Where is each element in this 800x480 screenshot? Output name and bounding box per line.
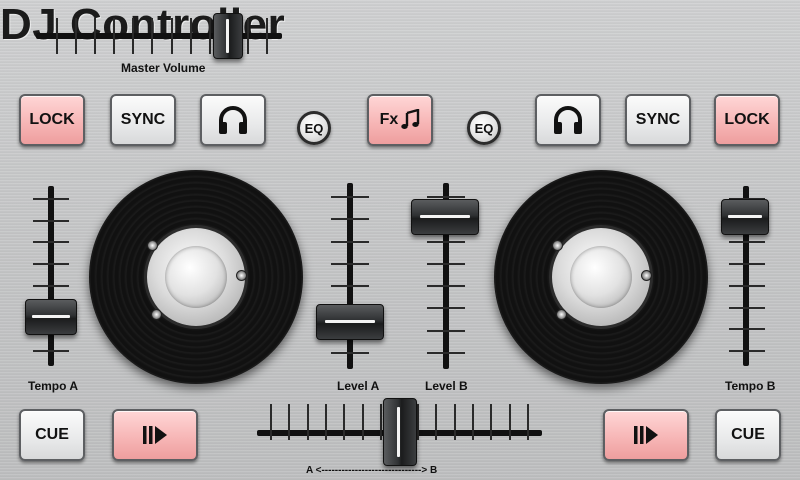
- play-pause-icon: [143, 426, 167, 444]
- slider-tick: [132, 18, 134, 54]
- fx-label: Fx: [379, 111, 399, 128]
- crossfader-label: A <------------------------------> B: [306, 465, 438, 476]
- hub-bolt: [236, 270, 247, 281]
- slider-tick: [331, 241, 369, 243]
- slider-tick: [427, 330, 465, 332]
- slider-tick: [247, 18, 249, 54]
- cue-a-button[interactable]: CUE: [19, 409, 85, 461]
- cue-b-button[interactable]: CUE: [715, 409, 781, 461]
- app-title: DJ Controller: [0, 0, 286, 49]
- dj-controller-panel: DJ Controller Master Volume LOCK SYNC EQ…: [0, 0, 800, 480]
- music-note-icon: [401, 109, 420, 129]
- slider-tick: [171, 18, 173, 54]
- slider-tick: [427, 241, 465, 243]
- sync-left-button[interactable]: SYNC: [110, 94, 176, 146]
- tempo-a-track[interactable]: [48, 186, 54, 366]
- slider-tick: [33, 220, 69, 222]
- slider-tick: [266, 18, 268, 54]
- slider-tick: [454, 404, 456, 440]
- headphones-right-button[interactable]: [535, 94, 601, 146]
- master-volume-label: Master Volume: [121, 61, 206, 75]
- level-b-knob[interactable]: [411, 199, 479, 235]
- eq-left-button[interactable]: EQ: [297, 111, 331, 145]
- slider-tick: [380, 404, 382, 440]
- slider-tick: [331, 352, 369, 354]
- slider-tick: [33, 198, 69, 200]
- slider-tick: [331, 285, 369, 287]
- tempo-a-label: Tempo A: [28, 379, 78, 393]
- turntable-b-hub: [552, 228, 652, 326]
- slider-tick: [729, 328, 765, 330]
- slider-tick: [417, 404, 419, 440]
- slider-tick: [729, 307, 765, 309]
- slider-tick: [33, 263, 69, 265]
- turntable-a-hub-cap: [165, 246, 227, 308]
- slider-tick: [331, 218, 369, 220]
- slider-tick: [427, 263, 465, 265]
- slider-tick: [151, 18, 153, 54]
- hub-bolt: [641, 270, 652, 281]
- level-a-label: Level A: [337, 379, 380, 393]
- slider-tick: [113, 18, 115, 54]
- slider-tick: [209, 18, 211, 54]
- slider-tick: [33, 350, 69, 352]
- slider-tick: [509, 404, 511, 440]
- slider-tick: [75, 18, 77, 54]
- play-b-button[interactable]: [603, 409, 689, 461]
- slider-tick: [427, 307, 465, 309]
- slider-tick: [490, 404, 492, 440]
- lock-left-button[interactable]: LOCK: [19, 94, 85, 146]
- slider-tick: [427, 285, 465, 287]
- slider-tick: [472, 404, 474, 440]
- slider-tick: [190, 18, 192, 54]
- master-volume-track[interactable]: [36, 33, 282, 39]
- slider-tick: [527, 404, 529, 440]
- turntable-b-hub-cap: [570, 246, 632, 308]
- hub-bolt: [556, 309, 567, 320]
- level-b-label: Level B: [425, 379, 468, 393]
- slider-tick: [729, 350, 765, 352]
- hub-bolt: [552, 240, 563, 251]
- slider-tick: [325, 404, 327, 440]
- crossfader-knob[interactable]: [383, 398, 417, 466]
- slider-tick: [331, 196, 369, 198]
- master-volume-knob[interactable]: [213, 13, 243, 59]
- slider-tick: [729, 263, 765, 265]
- turntable-a-platter[interactable]: [89, 170, 303, 384]
- slider-tick: [362, 404, 364, 440]
- level-a-track[interactable]: [347, 183, 353, 369]
- play-a-button[interactable]: [112, 409, 198, 461]
- tempo-b-label: Tempo B: [725, 379, 776, 393]
- headphones-icon: [219, 106, 247, 134]
- slider-tick: [307, 404, 309, 440]
- tempo-a-knob[interactable]: [25, 299, 77, 335]
- slider-tick: [729, 241, 765, 243]
- eq-right-button[interactable]: EQ: [467, 111, 501, 145]
- slider-tick: [435, 404, 437, 440]
- level-a-knob[interactable]: [316, 304, 384, 340]
- lock-right-button[interactable]: LOCK: [714, 94, 780, 146]
- sync-right-button[interactable]: SYNC: [625, 94, 691, 146]
- hub-bolt: [147, 240, 158, 251]
- turntable-a-hub: [147, 228, 247, 326]
- slider-tick: [729, 285, 765, 287]
- turntable-b-platter[interactable]: [494, 170, 708, 384]
- slider-tick: [427, 196, 465, 198]
- slider-tick: [427, 352, 465, 354]
- tempo-b-knob[interactable]: [721, 199, 769, 235]
- fx-button[interactable]: Fx: [367, 94, 433, 146]
- headphones-left-button[interactable]: [200, 94, 266, 146]
- slider-tick: [33, 285, 69, 287]
- slider-tick: [56, 18, 58, 54]
- slider-tick: [270, 404, 272, 440]
- slider-tick: [288, 404, 290, 440]
- play-pause-icon: [634, 426, 658, 444]
- headphones-icon: [554, 106, 582, 134]
- slider-tick: [94, 18, 96, 54]
- slider-tick: [343, 404, 345, 440]
- hub-bolt: [151, 309, 162, 320]
- slider-tick: [33, 241, 69, 243]
- slider-tick: [331, 263, 369, 265]
